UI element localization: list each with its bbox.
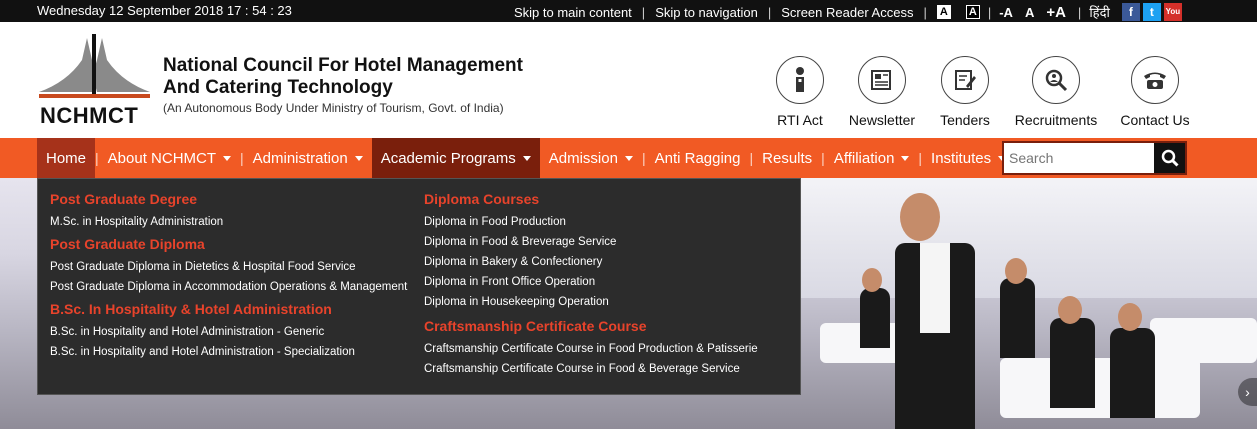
nav-about-label: About NCHMCT [107,149,217,167]
caret-down-icon [624,155,633,161]
banner-table [1000,358,1200,418]
skip-to-nav-link[interactable]: Skip to navigation [655,5,758,20]
nav-academic-programs[interactable]: Academic Programs [371,138,540,178]
caret-down-icon [223,155,232,161]
dropdown-column-1: Post Graduate Degree M.Sc. in Hospitalit… [50,191,420,362]
banner-table [1150,318,1257,363]
site-header: NCHMCT National Council For Hotel Manage… [0,22,1257,138]
nav-affiliation-label: Affiliation [833,149,895,167]
search-box [1002,141,1187,175]
banner-student [860,288,890,348]
separator: | [987,4,992,20]
org-title: National Council For Hotel Management An… [163,55,523,98]
separator: | [1077,4,1082,20]
separator: | [923,4,927,20]
nav-institutes-label: Institutes [931,149,992,167]
dropdown-link[interactable]: Diploma in Food & Breverage Service [424,232,794,252]
facebook-icon[interactable]: f [1121,3,1140,21]
banner-student [1110,328,1155,418]
nav-administration-label: Administration [252,149,348,167]
nav-results-label: Results [762,149,813,167]
org-subtitle: (An Autonomous Body Under Ministry of To… [163,101,504,115]
dropdown-link[interactable]: Diploma in Food Production [424,212,794,232]
nav-anti-ragging[interactable]: Anti Ragging [646,138,750,178]
skip-to-main-link[interactable]: Skip to main content [514,5,632,20]
dropdown-link[interactable]: B.Sc. in Hospitality and Hotel Administr… [50,322,420,342]
dropdown-link[interactable]: Craftsmanship Certificate Course in Food… [424,339,794,359]
search-input[interactable] [1004,143,1154,173]
nav-anti-ragging-label: Anti Ragging [654,149,741,167]
recruitments-link[interactable]: Recruitments [1001,56,1111,128]
screen-reader-link[interactable]: Screen Reader Access [781,5,913,20]
banner-student-face [1058,296,1082,324]
light-contrast-button[interactable]: A [936,5,951,19]
date-time: Wednesday 12 September 2018 17 : 54 : 23 [37,3,292,18]
banner-student [1000,278,1035,358]
newsletter-icon [858,56,906,104]
nav-items: Home | About NCHMCT | Administration Aca… [37,138,1015,178]
banner-student-face [1118,303,1142,331]
separator: | [767,4,772,20]
recruitments-icon [1032,56,1080,104]
dropdown-link[interactable]: Post Graduate Diploma in Dietetics & Hos… [50,257,420,277]
contact-us-label: Contact Us [1120,112,1190,128]
nav-admission[interactable]: Admission [540,138,642,178]
nav-administration[interactable]: Administration [244,138,372,178]
nav-about[interactable]: About NCHMCT [99,138,240,178]
nav-home[interactable]: Home [37,138,96,178]
dark-contrast-button[interactable]: A [965,5,980,19]
hindi-link[interactable]: हिंदी [1089,3,1110,21]
tenders-icon [941,56,989,104]
banner-waiter-face [900,193,940,241]
font-normal-button[interactable]: A [1025,5,1034,20]
dropdown-heading-craftsmanship[interactable]: Craftsmanship Certificate Course [424,318,794,334]
search-button[interactable] [1154,143,1185,173]
nav-academic-programs-label: Academic Programs [380,149,516,167]
banner-student-face [1005,258,1027,284]
caret-down-icon [522,155,531,161]
contact-us-link[interactable]: Contact Us [1100,56,1210,128]
main-nav: Home | About NCHMCT | Administration Aca… [0,138,1257,178]
rti-icon [776,56,824,104]
dropdown-link[interactable]: Diploma in Bakery & Confectionery [424,252,794,272]
recruitments-label: Recruitments [1014,112,1098,128]
nav-affiliation[interactable]: Affiliation [825,138,919,178]
top-links: Skip to main content | Skip to navigatio… [514,3,1182,21]
font-decrease-button[interactable]: -A [999,5,1013,20]
separator: | [641,4,646,20]
dropdown-heading-bsc[interactable]: B.Sc. In Hospitality & Hotel Administrat… [50,301,420,317]
dropdown-link[interactable]: Craftsmanship Certificate Course in Food… [424,359,794,379]
dropdown-link[interactable]: Diploma in Housekeeping Operation [424,292,794,312]
caret-down-icon [901,155,910,161]
search-icon [1161,149,1179,167]
slider-next-arrow-icon[interactable]: › [1238,378,1257,406]
logo-text: NCHMCT [40,103,139,128]
nav-home-label: Home [46,149,87,167]
dropdown-column-2: Diploma Courses Diploma in Food Producti… [424,191,794,379]
banner-student [1050,318,1095,408]
twitter-icon[interactable]: t [1142,3,1161,21]
academic-programs-dropdown: Post Graduate Degree M.Sc. in Hospitalit… [37,178,801,395]
dropdown-link[interactable]: B.Sc. in Hospitality and Hotel Administr… [50,342,420,362]
nav-results[interactable]: Results [753,138,821,178]
dropdown-link[interactable]: Diploma in Front Office Operation [424,272,794,292]
top-bar: Wednesday 12 September 2018 17 : 54 : 23… [0,0,1257,22]
dropdown-link[interactable]: Post Graduate Diploma in Accommodation O… [50,277,420,297]
phone-icon [1131,56,1179,104]
banner-waiter-shirt [920,243,950,333]
caret-down-icon [354,155,363,161]
youtube-icon[interactable]: You [1163,3,1182,21]
nav-admission-label: Admission [548,149,618,167]
banner-student-face [862,268,882,292]
dropdown-heading-diploma[interactable]: Diploma Courses [424,191,794,207]
dropdown-heading-pg-diploma[interactable]: Post Graduate Diploma [50,236,420,252]
font-increase-button[interactable]: +A [1046,4,1066,21]
dropdown-heading-pg-degree[interactable]: Post Graduate Degree [50,191,420,207]
dropdown-link[interactable]: M.Sc. in Hospitality Administration [50,212,420,232]
